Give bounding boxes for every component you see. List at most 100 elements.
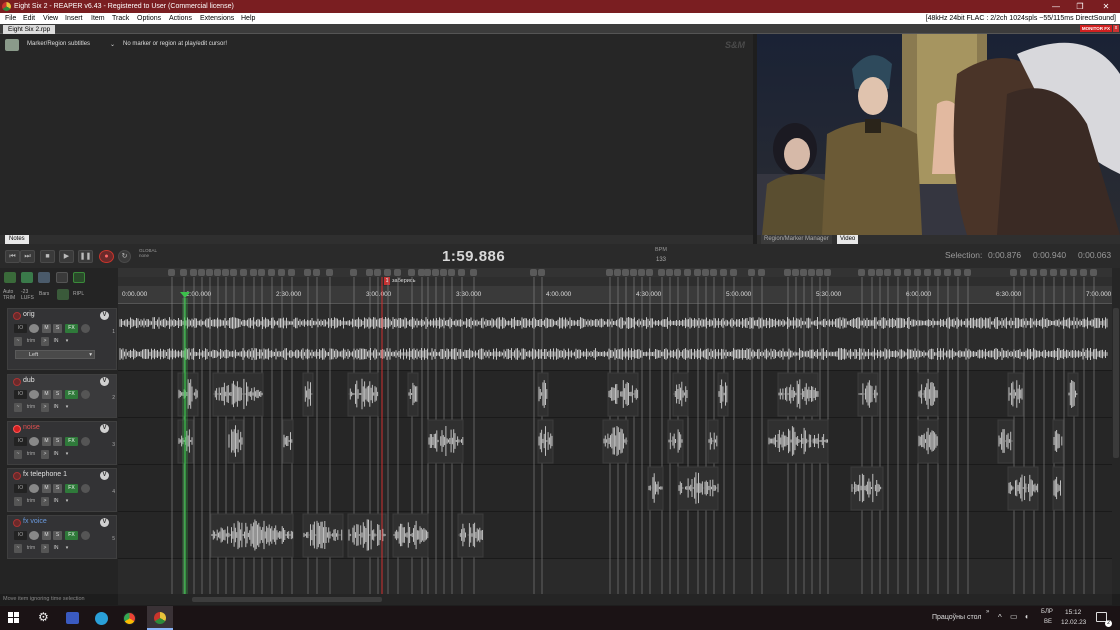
track-name[interactable]: orig xyxy=(23,311,35,318)
pan-knob-icon[interactable] xyxy=(81,324,90,333)
pan-knob-icon[interactable] xyxy=(81,484,90,493)
input-dropdown-icon[interactable]: ▾ xyxy=(63,337,71,346)
play-button[interactable]: ▶ xyxy=(59,250,74,263)
volume-tray-icon[interactable]: ◖ xyxy=(1024,612,1029,621)
tray-chevron-icon[interactable]: ^ xyxy=(998,613,1002,622)
minimize-button[interactable]: — xyxy=(1044,0,1068,13)
menu-extensions[interactable]: Extensions xyxy=(200,13,234,24)
io-button[interactable]: IO xyxy=(14,437,27,446)
volume-icon[interactable]: V xyxy=(100,424,109,433)
maximize-button[interactable]: ❐ xyxy=(1068,0,1092,13)
input-dropdown-icon[interactable]: ▾ xyxy=(63,403,71,412)
volume-knob-icon[interactable] xyxy=(29,531,39,540)
solo-button[interactable]: S xyxy=(53,324,62,333)
language-code-secondary[interactable]: BE xyxy=(1044,619,1052,625)
menu-track[interactable]: Track xyxy=(112,13,129,24)
input-label[interactable]: IN xyxy=(51,403,61,412)
time-display[interactable]: 1:59.886 xyxy=(442,248,505,265)
menu-options[interactable]: Options xyxy=(137,13,161,24)
chrome-icon[interactable] xyxy=(123,612,136,625)
lufs-meter[interactable]: -23 LUFS xyxy=(21,289,34,301)
volume-icon[interactable]: V xyxy=(100,311,109,320)
input-dropdown-icon[interactable]: ▾ xyxy=(63,497,71,506)
trim-label[interactable]: trim xyxy=(24,497,38,506)
settings-gear-icon[interactable]: ⚙ xyxy=(38,610,49,624)
automation-icon[interactable]: ~ xyxy=(14,450,22,459)
volume-knob-icon[interactable] xyxy=(29,437,39,446)
tab-region-manager[interactable]: Region/Marker Manager xyxy=(761,235,832,244)
scrollbar-thumb[interactable] xyxy=(192,597,382,602)
menu-insert[interactable]: Insert xyxy=(65,13,83,24)
input-label[interactable]: IN xyxy=(51,450,61,459)
mute-button[interactable]: M xyxy=(42,324,51,333)
menu-edit[interactable]: Edit xyxy=(23,13,35,24)
record-arm-icon[interactable] xyxy=(13,519,21,527)
volume-icon[interactable]: V xyxy=(100,377,109,386)
monitor-fx-button[interactable]: MONITOR FX xyxy=(1079,25,1112,32)
route-icon[interactable]: > xyxy=(41,403,49,412)
notes-mode-dropdown[interactable]: Marker/Region subtitles ⌄ xyxy=(27,41,117,50)
automation-icon[interactable]: ~ xyxy=(14,337,22,346)
tab-video[interactable]: Video xyxy=(837,235,859,244)
mixer-icon[interactable] xyxy=(38,272,50,283)
trim-label[interactable]: trim xyxy=(24,403,38,412)
notes-lock-icon[interactable] xyxy=(5,39,19,51)
mute-button[interactable]: M xyxy=(42,531,51,540)
solo-button[interactable]: S xyxy=(53,484,62,493)
clock-time[interactable]: 15:12 xyxy=(1065,609,1081,616)
windows-start-icon[interactable] xyxy=(8,612,20,624)
vertical-scrollbar[interactable] xyxy=(1112,268,1120,594)
volume-icon[interactable]: V xyxy=(100,518,109,527)
record-arm-icon[interactable] xyxy=(13,425,21,433)
envelope-tool-icon[interactable] xyxy=(4,272,16,283)
grid-setting[interactable]: Bars xyxy=(39,291,49,297)
track-header-fx-telephone[interactable]: fx telephone 1 V IO M S FX ~ trim > IN ▾… xyxy=(7,468,117,512)
pan-knob-icon[interactable] xyxy=(81,390,90,399)
audio-device-status[interactable]: [48kHz 24bit FLAC : 2/2ch 1024spls ~55/1… xyxy=(926,13,1116,24)
route-icon[interactable]: > xyxy=(41,544,49,553)
track-name[interactable]: dub xyxy=(23,377,35,384)
project-tab[interactable]: Eight Six 2.rpp xyxy=(3,25,56,34)
input-label[interactable]: IN xyxy=(51,337,61,346)
solo-button[interactable]: S xyxy=(53,390,62,399)
ripple-icon[interactable] xyxy=(73,272,85,283)
volume-icon[interactable]: V xyxy=(100,471,109,480)
io-button[interactable]: IO xyxy=(14,531,27,540)
floppy-icon[interactable] xyxy=(66,612,79,624)
arrange-view[interactable]: 1 заберись 0:00.000 2:00.000 2:30.000 3:… xyxy=(118,268,1112,594)
volume-knob-icon[interactable] xyxy=(29,324,39,333)
menu-file[interactable]: File xyxy=(5,13,16,24)
track-header-noise[interactable]: noise V IO M S FX ~ trim > IN ▾ 3 xyxy=(7,421,117,465)
desktop-label[interactable]: Працоўны стол xyxy=(932,614,981,621)
pause-button[interactable]: ❚❚ xyxy=(78,250,93,263)
track-header-dub[interactable]: dub V IO M S FX ~ trim > IN ▾ 2 xyxy=(7,374,117,418)
record-button[interactable]: ● xyxy=(99,250,114,263)
menu-actions[interactable]: Actions xyxy=(169,13,192,24)
network-icon[interactable]: ▭ xyxy=(1010,612,1018,621)
record-arm-icon[interactable] xyxy=(13,312,21,320)
language-code[interactable]: БЛР xyxy=(1041,609,1053,615)
input-label[interactable]: IN xyxy=(51,497,61,506)
go-to-start-button[interactable]: ⏮ xyxy=(5,250,20,263)
mute-button[interactable]: M xyxy=(42,437,51,446)
go-to-end-button[interactable]: ⏭ xyxy=(20,250,35,263)
snap-icon[interactable] xyxy=(57,289,69,300)
fx-button[interactable]: FX xyxy=(65,484,78,493)
route-icon[interactable]: > xyxy=(41,337,49,346)
record-arm-icon[interactable] xyxy=(13,472,21,480)
fx-button[interactable]: FX xyxy=(65,437,78,446)
io-button[interactable]: IO xyxy=(14,484,27,493)
track-name[interactable]: fx voice xyxy=(23,518,47,525)
route-icon[interactable]: > xyxy=(41,450,49,459)
grid-icon[interactable] xyxy=(56,272,68,283)
mute-button[interactable]: M xyxy=(42,390,51,399)
automation-icon[interactable]: ~ xyxy=(14,544,22,553)
pan-mode-dropdown[interactable]: Left ▾ xyxy=(15,350,95,359)
close-button[interactable]: ✕ xyxy=(1094,0,1118,13)
pan-knob-icon[interactable] xyxy=(81,531,90,540)
input-dropdown-icon[interactable]: ▾ xyxy=(63,544,71,553)
fx-button[interactable]: FX xyxy=(65,324,78,333)
route-icon[interactable]: > xyxy=(41,497,49,506)
automation-icon[interactable]: ~ xyxy=(14,403,22,412)
menu-help[interactable]: Help xyxy=(241,13,255,24)
